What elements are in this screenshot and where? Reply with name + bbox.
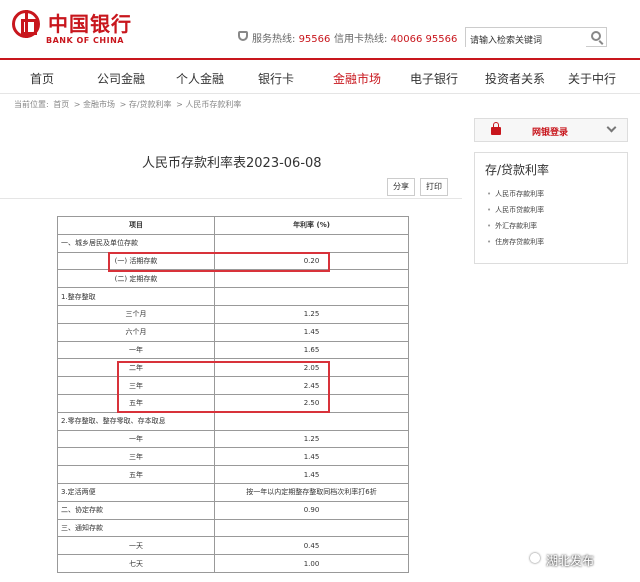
search-input[interactable] (466, 32, 586, 50)
card-hotline: 信用卡热线: 40066 95566 (334, 30, 457, 45)
nav-item-investor-relations[interactable]: 投资者关系 (485, 70, 545, 87)
rate-value-cell (214, 233, 409, 253)
rate-value-cell: 1.00 (214, 554, 409, 573)
rate-value-cell (214, 518, 409, 538)
content-divider (0, 198, 462, 199)
rate-value-cell: 1.45 (214, 447, 409, 467)
highlight-demand-deposit (108, 252, 330, 272)
breadcrumb-home[interactable]: 首页 (53, 100, 69, 109)
nav-item-e-banking[interactable]: 电子银行 (410, 70, 458, 87)
breadcrumb: 当前位置: 首页 > 金融市场 > 存/贷款利率 > 人民币存款利率 (14, 100, 242, 109)
online-banking-login-label: 网银登录 (532, 128, 569, 138)
rate-item-cell: 七天 (57, 554, 215, 573)
rate-item-cell: 五年 (57, 465, 215, 484)
rate-item-cell: 一年 (57, 340, 215, 360)
card-hotline-label: 信用卡热线: (334, 34, 388, 45)
bank-logo[interactable]: 中国银行 BANK OF CHINA (12, 8, 132, 48)
share-button[interactable]: 分享 (387, 178, 415, 196)
search-icon[interactable] (591, 31, 601, 41)
sidebar-item-housing-rates[interactable]: 住房存贷款利率 (487, 237, 544, 247)
nav-item-personal-banking[interactable]: 个人金融 (176, 70, 224, 87)
table-row: 七天 1.00 (57, 554, 409, 573)
column-header-item: 项目 (57, 216, 215, 235)
sidebar-item-rmb-loan-rates[interactable]: 人民币贷款利率 (487, 205, 544, 215)
table-row: 二、协定存款 0.90 (57, 500, 409, 520)
service-hotline: 服务热线: 95566 (252, 30, 330, 45)
table-row: 三个月 1.25 (57, 304, 409, 324)
column-header-rate: 年利率 (%) (214, 216, 409, 235)
card-hotline-number: 40066 95566 (390, 34, 458, 45)
table-row: 五年 1.45 (57, 465, 409, 484)
service-hotline-label: 服务热线: (252, 34, 296, 45)
watermark-text: 湖北发布 (546, 554, 595, 568)
table-header-row: 项目 年利率 (%) (57, 216, 409, 235)
highlight-term-deposits (117, 361, 330, 413)
page-title: 人民币存款利率表2023-06-08 (142, 156, 322, 171)
logo-chinese-name: 中国银行 (48, 12, 132, 36)
breadcrumb-current: 人民币存款利率 (185, 100, 242, 109)
rate-value-cell: 1.25 (214, 429, 409, 449)
rate-item-cell: 三年 (57, 447, 215, 467)
rate-value-cell: 1.65 (214, 340, 409, 360)
table-row: 一年 1.25 (57, 429, 409, 449)
table-row: 三、通知存款 (57, 518, 409, 538)
table-row: 六个月 1.45 (57, 322, 409, 342)
watermark-icon (530, 553, 540, 563)
sidebar-item-fx-deposit-rates[interactable]: 外汇存款利率 (487, 221, 537, 231)
rate-item-cell: 六个月 (57, 322, 215, 342)
table-row: 一、城乡居民及单位存款 (57, 233, 409, 253)
table-row: 1.整存整取 (57, 287, 409, 306)
main-nav: 首页 公司金融 个人金融 银行卡 金融市场 电子银行 投资者关系 关于中行 (0, 58, 640, 94)
rate-item-cell: 二、协定存款 (57, 500, 215, 520)
nav-item-financial-markets[interactable]: 金融市场 (333, 70, 381, 87)
lock-icon (491, 122, 501, 135)
bank-logo-icon (12, 10, 40, 38)
rate-item-cell: 一年 (57, 429, 215, 449)
service-hotline-number: 95566 (298, 34, 331, 45)
rate-item-cell: 三、通知存款 (57, 518, 215, 538)
rate-value-cell (214, 411, 409, 431)
rate-item-cell: 3.定活两便 (57, 482, 215, 502)
rate-item-cell: 2.零存整取、整存零取、存本取息 (57, 411, 215, 431)
site-header: 中国银行 BANK OF CHINA 服务热线: 95566 信用卡热线: 40… (0, 0, 640, 56)
online-banking-login[interactable]: 网银登录 (474, 118, 628, 142)
chevron-down-icon[interactable] (606, 122, 617, 133)
phone-icon (238, 31, 248, 41)
rate-value-cell: 1.45 (214, 322, 409, 342)
table-row: 三年 1.45 (57, 447, 409, 467)
rate-item-cell: 一、城乡居民及单位存款 (57, 233, 215, 253)
rate-item-cell: (二) 定期存款 (57, 269, 215, 289)
rate-value-cell: 1.25 (214, 304, 409, 324)
rate-value-cell: 1.45 (214, 465, 409, 484)
nav-item-home[interactable]: 首页 (30, 70, 54, 87)
nav-item-corporate-banking[interactable]: 公司金融 (97, 70, 145, 87)
rate-value-cell (214, 287, 409, 306)
rates-side-panel: 存/贷款利率 人民币存款利率 人民币贷款利率 外汇存款利率 住房存贷款利率 (474, 152, 628, 264)
rate-value-cell (214, 269, 409, 289)
table-row: (二) 定期存款 (57, 269, 409, 289)
table-row: 3.定活两便 按一年以内定期整存整取同档次利率打6折 (57, 482, 409, 502)
table-row: 2.零存整取、整存零取、存本取息 (57, 411, 409, 431)
table-row: 一天 0.45 (57, 536, 409, 556)
rate-value-cell: 0.45 (214, 536, 409, 556)
logo-english-name: BANK OF CHINA (46, 36, 124, 45)
rate-item-cell: 三个月 (57, 304, 215, 324)
search-box (465, 27, 607, 50)
nav-item-bank-card[interactable]: 银行卡 (258, 70, 294, 87)
rate-item-cell: 1.整存整取 (57, 287, 215, 306)
breadcrumb-rates[interactable]: 存/贷款利率 (129, 100, 172, 109)
table-row: 一年 1.65 (57, 340, 409, 360)
rate-value-cell: 按一年以内定期整存整取同档次利率打6折 (214, 482, 409, 502)
rate-item-cell: 一天 (57, 536, 215, 556)
sidebar-item-rmb-deposit-rates[interactable]: 人民币存款利率 (487, 189, 544, 199)
side-panel-title: 存/贷款利率 (485, 163, 550, 177)
breadcrumb-prefix: 当前位置: (14, 100, 49, 109)
rate-value-cell: 0.90 (214, 500, 409, 520)
print-button[interactable]: 打印 (420, 178, 448, 196)
breadcrumb-financial-markets[interactable]: 金融市场 (83, 100, 115, 109)
nav-item-about-boc[interactable]: 关于中行 (568, 70, 616, 87)
